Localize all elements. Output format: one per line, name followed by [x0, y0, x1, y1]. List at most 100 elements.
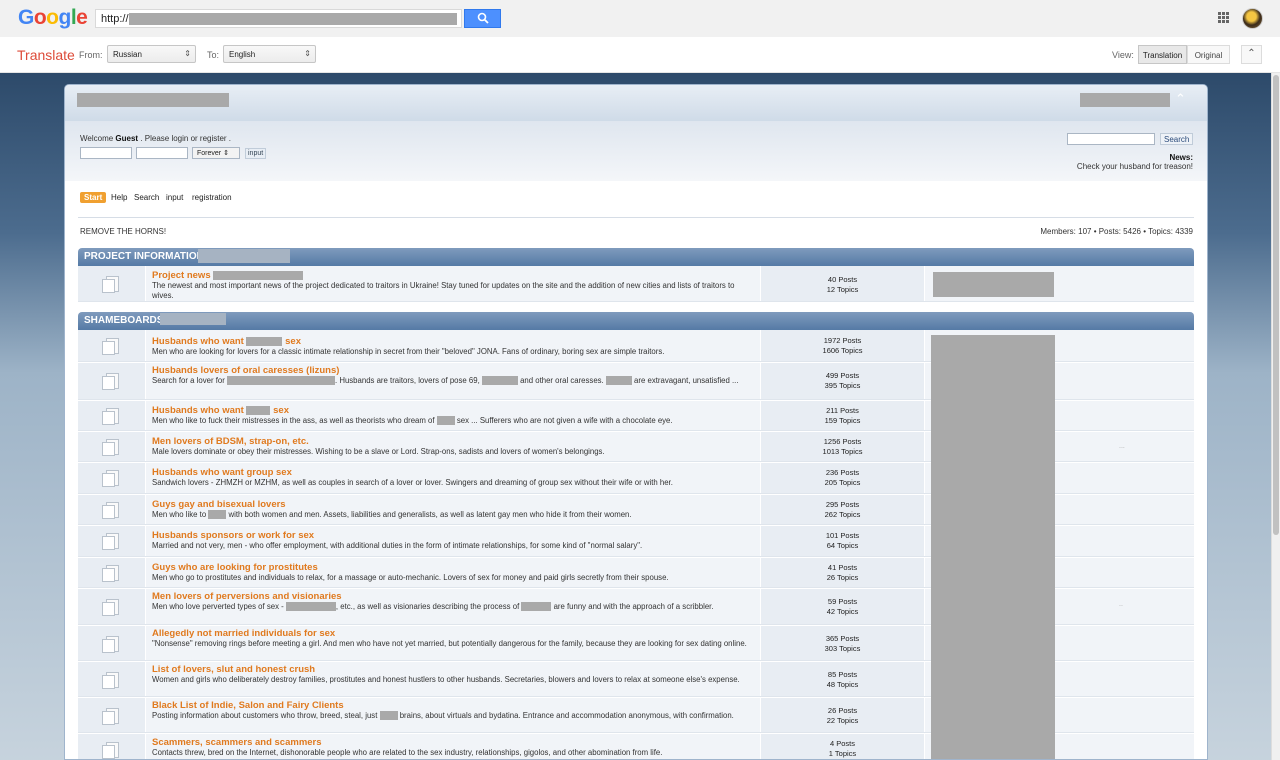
to-label: To: — [207, 50, 220, 60]
board-title[interactable]: Husbands sponsors or work for sex — [152, 530, 314, 541]
board-stats: 40 Posts 12 Topics — [760, 266, 925, 301]
url-redaction — [129, 13, 457, 25]
board-status-icon — [102, 373, 120, 390]
board-description: Men who are looking for lovers for a cla… — [152, 347, 665, 356]
translate-title[interactable]: Translate — [17, 47, 75, 63]
url-input[interactable]: http:// — [95, 9, 462, 28]
board-status-icon — [102, 533, 120, 550]
board-title[interactable]: Project news — [152, 270, 304, 281]
board-description: Sandwich lovers - ZHMZH or MZHM, as well… — [152, 478, 673, 487]
board-description: Male lovers dominate or obey their mistr… — [152, 447, 605, 456]
board-title[interactable]: Husbands who want sex — [152, 405, 289, 416]
board-title[interactable]: Allegedly not married individuals for se… — [152, 628, 335, 639]
board-description: The newest and most important news of th… — [152, 281, 735, 300]
category-header[interactable]: SHAMEBOARDS — [78, 312, 1194, 330]
select-arrows-icon: ⇕ — [184, 49, 191, 58]
double-chevron-up-icon[interactable]: ⌃ — [1241, 45, 1262, 64]
page-scrollbar[interactable] — [1271, 73, 1280, 760]
forum-logo-redaction — [77, 93, 229, 107]
board-stats: 1972 Posts 1606 Topics — [760, 330, 925, 361]
board-status-icon — [102, 672, 120, 689]
board-description: Women and girls who deliberately destroy… — [152, 675, 740, 684]
logo-letter: o — [46, 6, 59, 29]
forum-search-button[interactable]: Search — [1160, 133, 1194, 145]
board-status-icon — [102, 408, 120, 425]
nav-register[interactable]: registration — [192, 193, 232, 202]
board-title[interactable]: Guys gay and bisexual lovers — [152, 499, 286, 510]
last-posts-redaction — [931, 335, 1055, 759]
forum-search-input[interactable] — [1067, 133, 1155, 145]
login-button[interactable]: input — [245, 148, 267, 159]
board-title[interactable]: Husbands lovers of oral caresses (lizuns… — [152, 365, 339, 376]
board-stats: 85 Posts 48 Topics — [760, 662, 925, 696]
news-label: News: — [1169, 153, 1193, 162]
view-label: View: — [1112, 50, 1134, 60]
board-title[interactable]: Husbands who want group sex — [152, 467, 292, 478]
board-stats: 295 Posts 262 Topics — [760, 495, 925, 524]
logo-letter: g — [58, 6, 72, 29]
board-title[interactable]: Men lovers of BDSM, strap-on, etc. — [152, 436, 309, 447]
url-prefix: http:// — [101, 13, 129, 25]
apps-grid-icon[interactable] — [1218, 12, 1230, 24]
search-icon — [477, 12, 489, 24]
board-status-icon — [102, 708, 120, 725]
logo-letter: G — [18, 6, 34, 29]
forum-header: ⌃ — [65, 85, 1207, 121]
board-title[interactable]: Scammers, scammers and scammers — [152, 737, 322, 748]
board-description: Contacts threw, bred on the Internet, di… — [152, 748, 663, 757]
board-stats: 1256 Posts 1013 Topics — [760, 432, 925, 461]
scrollbar-thumb[interactable] — [1273, 75, 1279, 535]
news-text: Check your husband for treason! — [1076, 162, 1193, 171]
board-title[interactable]: Men lovers of perversions and visionarie… — [152, 591, 342, 602]
board-stats: 499 Posts 395 Topics — [760, 363, 925, 399]
board-title[interactable]: Black List of Indie, Salon and Fairy Cli… — [152, 700, 344, 711]
forum-container: ⌃ Welcome Guest . Please login or regist… — [64, 84, 1208, 760]
nav-help[interactable]: Help — [111, 193, 127, 202]
category-header[interactable]: PROJECT INFORMATION — [78, 248, 1194, 266]
board-status-icon — [102, 502, 120, 519]
user-panel: Welcome Guest . Please login or register… — [65, 121, 1207, 181]
board-description: Men who go to prostitutes and individual… — [152, 573, 669, 582]
last-post-cell — [926, 266, 1194, 301]
header-redaction — [1080, 93, 1170, 107]
board-title[interactable]: List of lovers, slut and honest crush — [152, 664, 315, 675]
board-description: "Nonsense" removing rings before meeting… — [152, 639, 747, 648]
from-label: From: — [79, 50, 103, 60]
board-row: Project news The newest and most importa… — [78, 266, 1194, 302]
collapse-header-icon[interactable]: ⌃ — [1175, 91, 1186, 107]
board-description: Men who like to with both women and men.… — [152, 510, 632, 520]
welcome-text: Welcome Guest . Please login or register… — [80, 134, 232, 143]
board-description: Search for a lover for . Husbands are tr… — [152, 376, 739, 386]
board-status-icon — [102, 599, 120, 616]
forum-motto: REMOVE THE HORNS! — [80, 227, 167, 236]
board-description: Married and not very, men - who offer em… — [152, 541, 643, 550]
board-title[interactable]: Husbands who want sex — [152, 336, 301, 347]
board-title[interactable]: Guys who are looking for prostitutes — [152, 562, 318, 573]
nav-start[interactable]: Start — [80, 192, 107, 203]
view-translation-button[interactable]: Translation — [1138, 45, 1187, 64]
board-stats: 365 Posts 303 Topics — [760, 626, 925, 660]
logo-letter: o — [33, 6, 47, 29]
category-redaction — [160, 313, 226, 325]
google-header: Google http:// — [0, 0, 1280, 37]
nav-login[interactable]: input — [166, 193, 183, 202]
select-arrows-icon: ⇕ — [304, 49, 311, 58]
board-status-icon — [102, 742, 120, 759]
board-stats: 4 Posts 1 Topics — [760, 734, 925, 759]
board-status-icon — [102, 470, 120, 487]
username-field[interactable] — [80, 147, 132, 159]
account-avatar[interactable] — [1242, 8, 1263, 29]
nav-search[interactable]: Search — [134, 193, 159, 202]
password-field[interactable] — [136, 147, 188, 159]
board-description: Men who love perverted types of sex - , … — [152, 602, 714, 612]
board-stats: 26 Posts 22 Topics — [760, 698, 925, 732]
google-logo[interactable]: Google — [18, 6, 88, 30]
last-post-redaction — [933, 272, 1054, 297]
view-original-button[interactable]: Original — [1187, 45, 1230, 64]
session-length-select[interactable]: Forever ⇕ — [192, 147, 240, 159]
to-language-select[interactable]: English ⇕ — [223, 45, 316, 63]
board-stats: 236 Posts 205 Topics — [760, 463, 925, 493]
from-language-select[interactable]: Russian ⇕ — [107, 45, 196, 63]
board-status-icon — [102, 338, 120, 355]
url-go-button[interactable] — [464, 9, 501, 28]
